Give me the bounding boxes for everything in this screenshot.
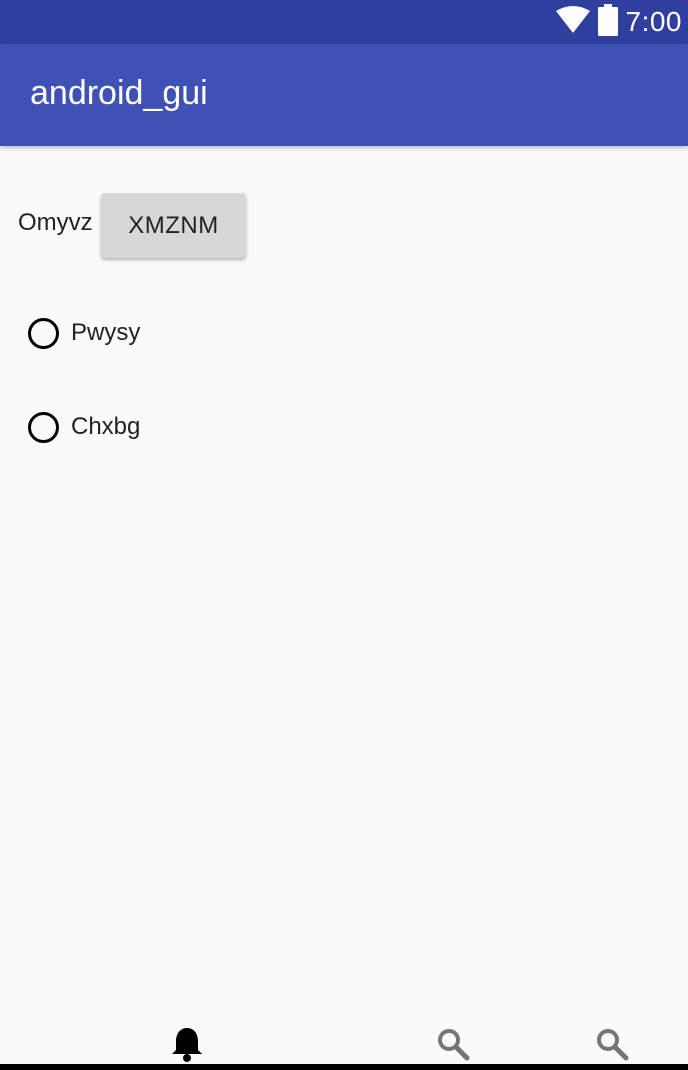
radio-label[interactable]: Pwysy <box>71 319 140 347</box>
xmznm-button[interactable]: XMZNM <box>101 193 246 258</box>
screen: 7:00 android_gui Omyvz XMZNM Pwysy Chxbg <box>0 0 688 1070</box>
bell-icon[interactable] <box>171 1026 203 1067</box>
radio-circle-icon[interactable] <box>28 411 59 443</box>
radio-option-chxbg[interactable]: Chxbg <box>28 407 140 447</box>
status-icons: 7:00 <box>555 0 683 44</box>
status-time: 7:00 <box>625 6 682 37</box>
bottom-nav <box>0 1020 688 1070</box>
text-label: Omyvz <box>18 209 93 236</box>
search-icon[interactable] <box>436 1027 470 1066</box>
nav-item-notifications[interactable] <box>167 1026 207 1066</box>
nav-item-search[interactable] <box>433 1026 473 1066</box>
nav-item-search-2[interactable] <box>592 1026 632 1066</box>
battery-icon <box>597 3 618 41</box>
radio-label[interactable]: Chxbg <box>71 413 140 441</box>
wifi-icon <box>555 5 590 39</box>
radio-option-pwysy[interactable]: Pwysy <box>28 313 140 353</box>
search-icon[interactable] <box>595 1027 629 1066</box>
app-bar: android_gui <box>0 44 688 146</box>
bottom-divider <box>0 1064 688 1070</box>
app-title: android_gui <box>30 74 208 112</box>
status-bar: 7:00 <box>0 0 688 44</box>
radio-circle-icon[interactable] <box>28 317 59 349</box>
